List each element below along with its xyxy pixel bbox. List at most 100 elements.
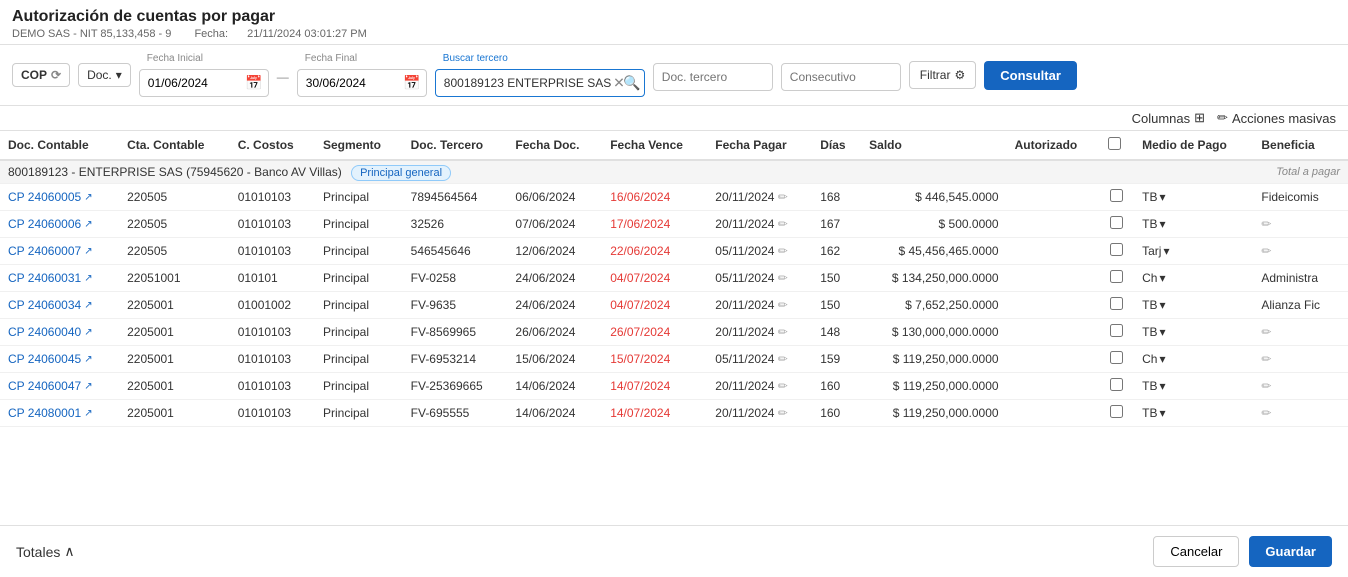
cell-beneficia[interactable]: ✏ [1253, 400, 1348, 427]
row-checkbox[interactable] [1110, 270, 1123, 283]
doc-contable-link[interactable]: CP 24060040 ↗ [8, 325, 111, 339]
col-checkbox-header[interactable] [1100, 131, 1134, 160]
row-checkbox[interactable] [1110, 324, 1123, 337]
cop-badge[interactable]: COP ⟳ [12, 63, 70, 87]
doc-contable-link[interactable]: CP 24060031 ↗ [8, 271, 111, 285]
cell-doc-contable[interactable]: CP 24060007 ↗ [0, 238, 119, 265]
chevron-down-icon[interactable]: ▾ [1159, 217, 1165, 231]
doc-contable-link[interactable]: CP 24060034 ↗ [8, 298, 111, 312]
chevron-down-icon[interactable]: ▾ [1159, 298, 1165, 312]
row-checkbox[interactable] [1110, 351, 1123, 364]
cell-doc-contable[interactable]: CP 24060034 ↗ [0, 292, 119, 319]
cell-checkbox[interactable] [1100, 184, 1134, 211]
cell-beneficia[interactable]: Administra [1253, 265, 1348, 292]
cell-checkbox[interactable] [1100, 211, 1134, 238]
cell-medio-pago[interactable]: TB ▾ [1134, 184, 1253, 211]
edit-beneficia-icon[interactable]: ✏ [1261, 406, 1271, 420]
edit-fecha-pagar-icon[interactable]: ✏ [778, 406, 788, 420]
cell-beneficia[interactable]: ✏ [1253, 373, 1348, 400]
cell-beneficia[interactable]: Fideicomis [1253, 184, 1348, 211]
cell-doc-contable[interactable]: CP 24060040 ↗ [0, 319, 119, 346]
calendar-icon[interactable]: 📅 [245, 75, 262, 92]
cell-doc-contable[interactable]: CP 24060006 ↗ [0, 211, 119, 238]
edit-beneficia-icon[interactable]: ✏ [1261, 379, 1271, 393]
cell-fecha-pagar[interactable]: 20/11/2024 ✏ [707, 400, 812, 427]
consultar-button[interactable]: Consultar [984, 61, 1077, 90]
cell-beneficia[interactable]: ✏ [1253, 319, 1348, 346]
doc-contable-link[interactable]: CP 24060005 ↗ [8, 190, 111, 204]
doc-contable-link[interactable]: CP 24080001 ↗ [8, 406, 111, 420]
cell-fecha-pagar[interactable]: 20/11/2024 ✏ [707, 292, 812, 319]
consecutivo-input[interactable] [781, 63, 901, 91]
cell-fecha-pagar[interactable]: 05/11/2024 ✏ [707, 346, 812, 373]
edit-fecha-pagar-icon[interactable]: ✏ [778, 190, 788, 204]
row-checkbox[interactable] [1110, 378, 1123, 391]
cell-doc-contable[interactable]: CP 24080001 ↗ [0, 400, 119, 427]
cell-checkbox[interactable] [1100, 373, 1134, 400]
search-icon[interactable]: 🔍 [623, 75, 640, 92]
cell-fecha-pagar[interactable]: 20/11/2024 ✏ [707, 184, 812, 211]
cell-medio-pago[interactable]: TB ▾ [1134, 292, 1253, 319]
cell-fecha-pagar[interactable]: 05/11/2024 ✏ [707, 238, 812, 265]
doc-contable-link[interactable]: CP 24060045 ↗ [8, 352, 111, 366]
cell-doc-contable[interactable]: CP 24060045 ↗ [0, 346, 119, 373]
filtrar-button[interactable]: Filtrar ⚙ [909, 61, 976, 89]
edit-beneficia-icon[interactable]: ✏ [1261, 217, 1271, 231]
cell-beneficia[interactable]: ✏ [1253, 211, 1348, 238]
chevron-down-icon[interactable]: ▾ [1159, 406, 1165, 420]
doc-select[interactable]: Doc. ▾ [78, 63, 131, 87]
cell-fecha-pagar[interactable]: 20/11/2024 ✏ [707, 373, 812, 400]
row-checkbox[interactable] [1110, 243, 1123, 256]
edit-fecha-pagar-icon[interactable]: ✏ [778, 271, 788, 285]
row-checkbox[interactable] [1110, 216, 1123, 229]
chevron-down-icon[interactable]: ▾ [1159, 379, 1165, 393]
edit-fecha-pagar-icon[interactable]: ✏ [778, 298, 788, 312]
cell-beneficia[interactable]: ✏ [1253, 238, 1348, 265]
cell-checkbox[interactable] [1100, 238, 1134, 265]
doc-contable-link[interactable]: CP 24060047 ↗ [8, 379, 111, 393]
cell-checkbox[interactable] [1100, 346, 1134, 373]
doc-contable-link[interactable]: CP 24060006 ↗ [8, 217, 111, 231]
cell-beneficia[interactable]: Alianza Fic [1253, 292, 1348, 319]
edit-fecha-pagar-icon[interactable]: ✏ [778, 217, 788, 231]
cell-medio-pago[interactable]: Tarj ▾ [1134, 238, 1253, 265]
cell-doc-contable[interactable]: CP 24060031 ↗ [0, 265, 119, 292]
doc-tercero-input[interactable] [653, 63, 773, 91]
cell-medio-pago[interactable]: TB ▾ [1134, 373, 1253, 400]
cell-medio-pago[interactable]: TB ▾ [1134, 211, 1253, 238]
cell-fecha-pagar[interactable]: 05/11/2024 ✏ [707, 265, 812, 292]
save-button[interactable]: Guardar [1249, 536, 1332, 567]
edit-fecha-pagar-icon[interactable]: ✏ [778, 244, 788, 258]
select-all-checkbox[interactable] [1108, 137, 1121, 150]
chevron-down-icon[interactable]: ▾ [1159, 271, 1165, 285]
edit-beneficia-icon[interactable]: ✏ [1261, 244, 1271, 258]
edit-beneficia-icon[interactable]: ✏ [1261, 325, 1271, 339]
edit-beneficia-icon[interactable]: ✏ [1261, 352, 1271, 366]
row-checkbox[interactable] [1110, 189, 1123, 202]
chevron-down-icon[interactable]: ▾ [1163, 244, 1169, 258]
row-checkbox[interactable] [1110, 405, 1123, 418]
chevron-down-icon[interactable]: ▾ [1159, 325, 1165, 339]
cancel-button[interactable]: Cancelar [1153, 536, 1239, 567]
cell-fecha-pagar[interactable]: 20/11/2024 ✏ [707, 319, 812, 346]
chevron-down-icon[interactable]: ▾ [1159, 190, 1165, 204]
cell-checkbox[interactable] [1100, 319, 1134, 346]
chevron-down-icon[interactable]: ▾ [1159, 352, 1165, 366]
totales-button[interactable]: Totales ∧ [16, 543, 75, 560]
cell-medio-pago[interactable]: TB ▾ [1134, 400, 1253, 427]
row-checkbox[interactable] [1110, 297, 1123, 310]
edit-fecha-pagar-icon[interactable]: ✏ [778, 379, 788, 393]
cell-checkbox[interactable] [1100, 400, 1134, 427]
cell-doc-contable[interactable]: CP 24060047 ↗ [0, 373, 119, 400]
edit-fecha-pagar-icon[interactable]: ✏ [778, 325, 788, 339]
doc-contable-link[interactable]: CP 24060007 ↗ [8, 244, 111, 258]
calendar-icon-2[interactable]: 📅 [403, 75, 420, 92]
cell-medio-pago[interactable]: TB ▾ [1134, 319, 1253, 346]
columnas-button[interactable]: Columnas ⊞ [1132, 110, 1205, 126]
cell-checkbox[interactable] [1100, 265, 1134, 292]
cell-medio-pago[interactable]: Ch ▾ [1134, 265, 1253, 292]
cell-checkbox[interactable] [1100, 292, 1134, 319]
acciones-masivas-button[interactable]: ✏ Acciones masivas [1217, 110, 1336, 126]
cell-doc-contable[interactable]: CP 24060005 ↗ [0, 184, 119, 211]
cell-beneficia[interactable]: ✏ [1253, 346, 1348, 373]
